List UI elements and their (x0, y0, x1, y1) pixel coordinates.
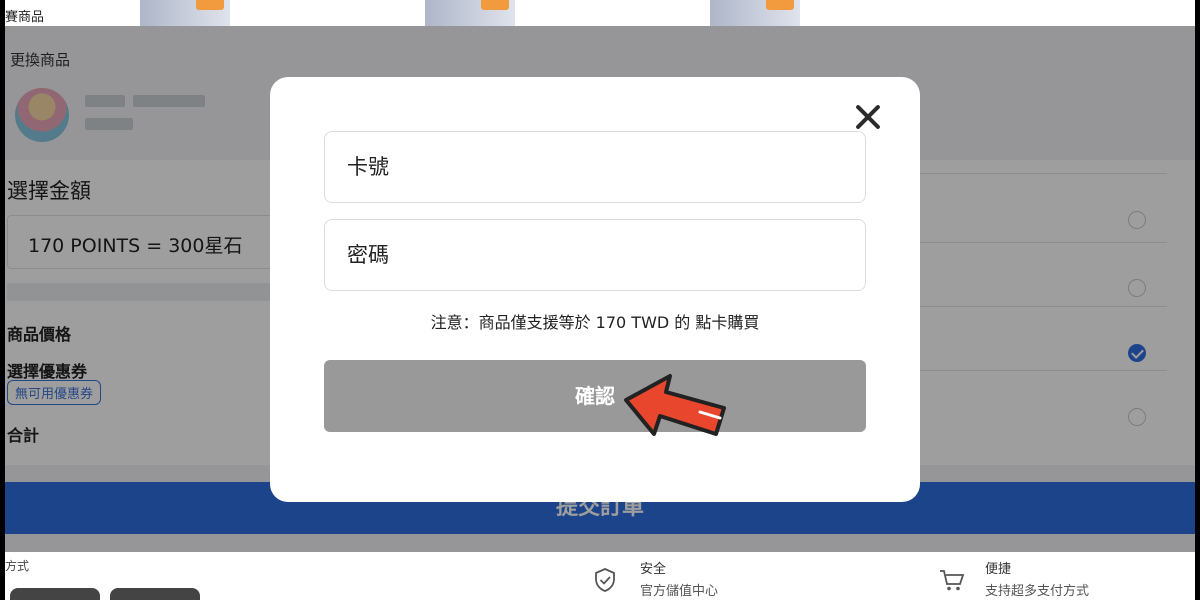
cart-icon (940, 570, 965, 591)
notice-text: 注意：商品僅支援等於 170 TWD 的 點卡購買 (430, 313, 760, 332)
top-strip: 賽商品 (5, 0, 1195, 26)
password-input[interactable] (325, 220, 865, 290)
convenience-title: 便捷 (985, 562, 1012, 577)
close-icon[interactable] (850, 99, 886, 135)
payment-pill[interactable] (110, 588, 200, 600)
red-arrow-icon (624, 374, 726, 436)
confirm-button[interactable]: 確認 (324, 360, 866, 432)
convenience-subtitle: 支持超多支付方式 (985, 584, 1090, 599)
banner-thumbnail[interactable] (425, 0, 515, 26)
banner-thumbnail[interactable] (140, 0, 230, 26)
payment-pill[interactable] (10, 588, 100, 600)
card-redeem-modal: 注意：商品僅支援等於 170 TWD 的 點卡購買 確認 (270, 77, 920, 502)
shield-check-icon (595, 568, 615, 592)
breadcrumb: 賽商品 (5, 10, 45, 25)
pay-method-label: 方式 (5, 559, 30, 573)
card-number-input[interactable] (325, 132, 865, 202)
card-number-field[interactable] (324, 131, 866, 203)
security-title: 安全 (640, 562, 667, 577)
banner-thumbnail[interactable] (710, 0, 800, 26)
security-subtitle: 官方儲值中心 (640, 584, 719, 599)
password-field[interactable] (324, 219, 866, 291)
